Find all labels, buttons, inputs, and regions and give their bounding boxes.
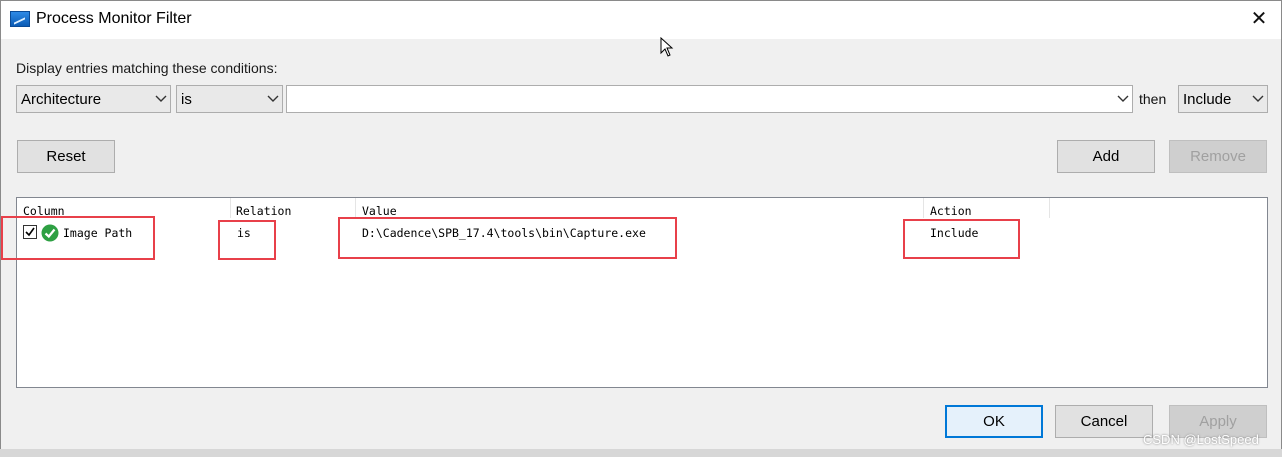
column-select[interactable]: Architecture bbox=[16, 85, 171, 113]
column-select-value: Architecture bbox=[21, 91, 102, 108]
column-header-action[interactable]: Action bbox=[924, 198, 1050, 218]
close-icon[interactable]: ✕ bbox=[1245, 5, 1273, 33]
highlight-box-action bbox=[903, 219, 1020, 259]
relation-select[interactable]: is bbox=[176, 85, 283, 113]
mouse-cursor-icon bbox=[660, 37, 674, 57]
action-select[interactable]: Include bbox=[1178, 85, 1268, 113]
reset-button[interactable]: Reset bbox=[17, 140, 115, 173]
remove-button[interactable]: Remove bbox=[1169, 140, 1267, 173]
value-combobox[interactable] bbox=[286, 85, 1133, 113]
watermark: CSDN @LostSpeed bbox=[1143, 432, 1259, 447]
column-header-relation[interactable]: Relation bbox=[230, 198, 356, 218]
chevron-down-icon bbox=[1252, 95, 1264, 102]
chevron-down-icon bbox=[267, 95, 279, 102]
title-bar[interactable]: Process Monitor Filter ✕ bbox=[1, 1, 1281, 39]
ok-button[interactable]: OK bbox=[945, 405, 1043, 438]
highlight-box-relation bbox=[218, 220, 276, 260]
column-header-column[interactable]: Column bbox=[17, 198, 231, 218]
relation-select-value: is bbox=[181, 91, 192, 108]
add-button[interactable]: Add bbox=[1057, 140, 1155, 173]
window-title: Process Monitor Filter bbox=[36, 10, 192, 27]
cancel-button[interactable]: Cancel bbox=[1055, 405, 1153, 438]
process-monitor-icon bbox=[10, 11, 30, 27]
conditions-prompt: Display entries matching these condition… bbox=[16, 60, 278, 76]
highlight-box-column bbox=[1, 216, 155, 260]
background-strip bbox=[0, 449, 1282, 457]
chevron-down-icon bbox=[155, 95, 167, 102]
highlight-box-value bbox=[338, 217, 677, 259]
then-label: then bbox=[1139, 91, 1167, 107]
column-header-value[interactable]: Value bbox=[356, 198, 924, 218]
filter-dialog: Process Monitor Filter ✕ Display entries… bbox=[0, 0, 1282, 457]
action-select-value: Include bbox=[1183, 91, 1232, 108]
chevron-down-icon bbox=[1117, 95, 1129, 102]
